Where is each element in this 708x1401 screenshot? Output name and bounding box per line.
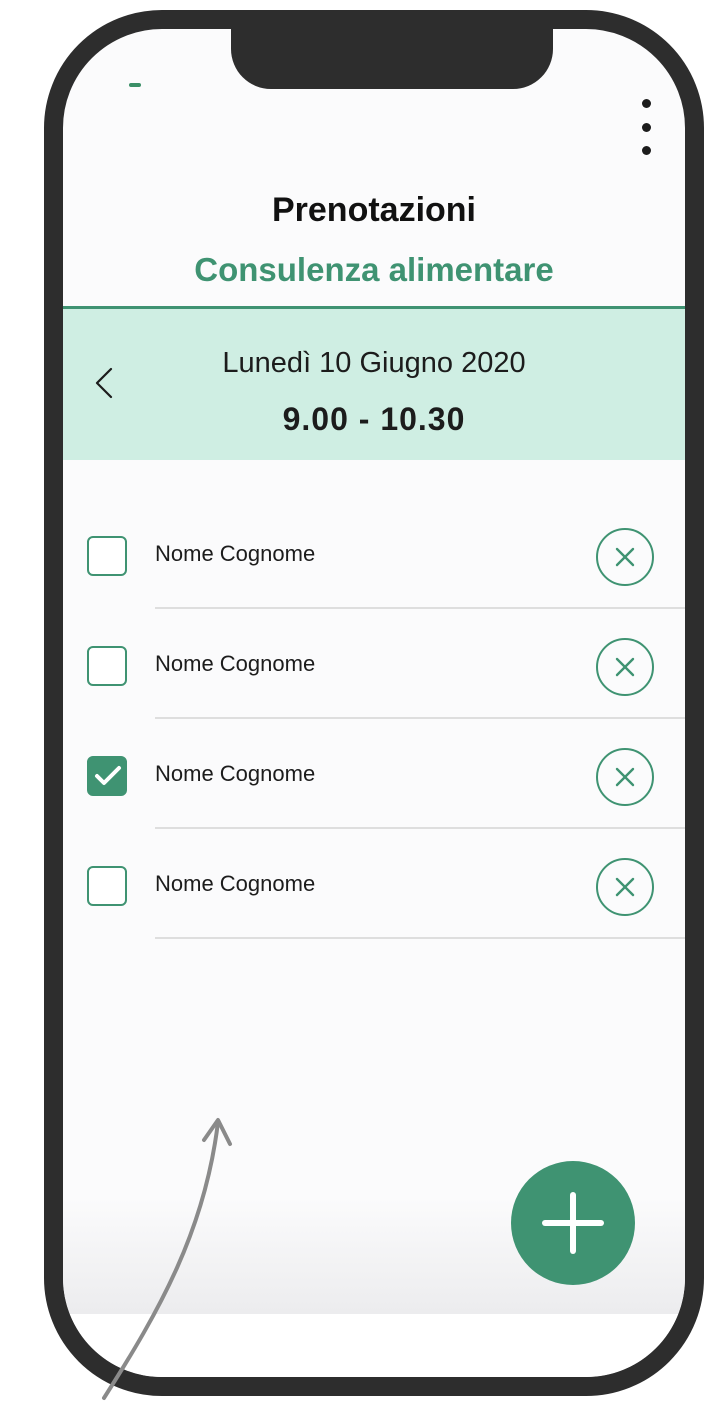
attendance-checkbox[interactable] [87,536,127,576]
slot-time: 9.00 - 10.30 [282,401,466,437]
attendance-checkbox[interactable] [87,646,127,686]
plus-icon [542,1192,604,1254]
booking-list: Nome Cognome Nome Cognome Nome Cognome Nome… [63,499,685,939]
phone-notch [231,29,553,89]
participant-name: Nome Cognome [155,651,316,676]
close-icon [615,767,635,787]
participant-name: Nome Cognome [155,541,316,566]
remove-booking-button[interactable] [596,748,654,806]
remove-booking-button[interactable] [596,858,654,916]
participant-name: Nome Cognome [155,761,316,786]
list-item: Nome Cognome [63,829,685,939]
attendance-checkbox[interactable] [87,866,127,906]
screenshot-canvas: Prenotazioni Consulenza alimentare Luned… [0,0,708,1401]
attendance-checkbox[interactable] [87,756,127,796]
slot-date: Lunedì 10 Giugno 2020 [222,347,526,379]
close-icon [615,657,635,677]
more-vertical-icon[interactable] [635,99,657,155]
remove-booking-button[interactable] [596,638,654,696]
list-item: Nome Cognome [63,719,685,829]
check-icon [95,766,121,785]
close-icon [615,877,635,897]
participant-name: Nome Cognome [155,871,316,896]
page-title: Prenotazioni [271,191,477,229]
phone-frame: Prenotazioni Consulenza alimentare Luned… [44,10,704,1396]
remove-booking-button[interactable] [596,528,654,586]
slot-header: Lunedì 10 Giugno 2020 9.00 - 10.30 [63,306,685,460]
row-divider [155,937,685,939]
page-subtitle: Consulenza alimentare [194,251,554,288]
add-booking-button[interactable] [511,1161,635,1285]
list-item: Nome Cognome [63,609,685,719]
status-indicator [129,83,141,87]
close-icon [615,547,635,567]
bottom-bar [63,1314,685,1377]
list-item: Nome Cognome [63,499,685,609]
